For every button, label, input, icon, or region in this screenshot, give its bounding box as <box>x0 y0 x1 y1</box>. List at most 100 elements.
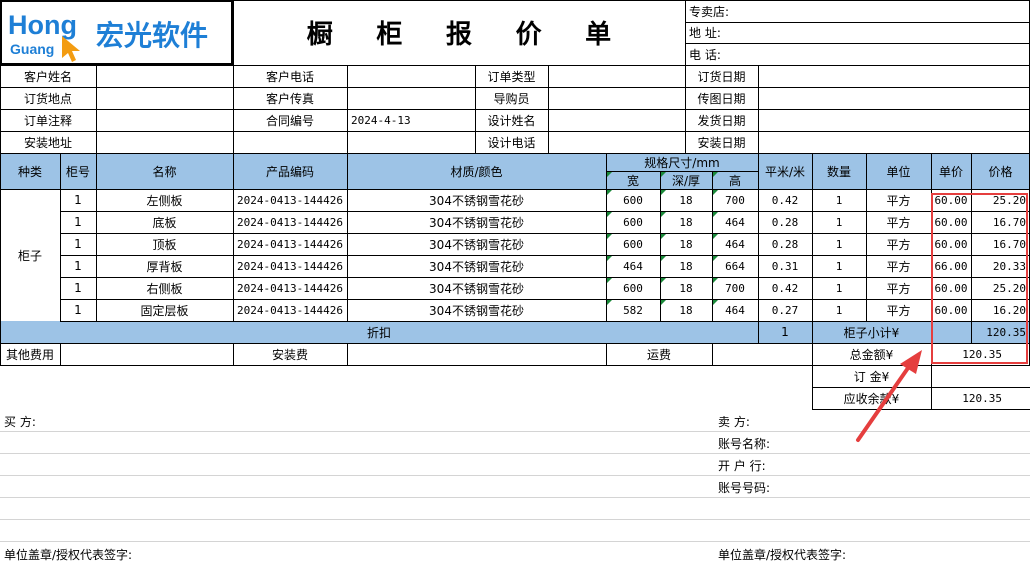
cell-qty[interactable]: 1 <box>812 233 866 255</box>
header-kind: 种类 <box>17 164 42 179</box>
buyer-label: 买 方: <box>4 414 36 429</box>
cell-qty[interactable]: 1 <box>812 189 866 211</box>
red-arrow-icon <box>856 350 922 442</box>
cell-no[interactable]: 1 <box>60 255 96 277</box>
cell-code[interactable]: 2024-0413-144426 <box>233 211 347 233</box>
cell-h[interactable]: 464 <box>712 233 758 255</box>
category-label: 柜子 <box>17 248 42 263</box>
cell-code[interactable]: 2024-0413-144426 <box>233 233 347 255</box>
title-char: 单 <box>585 20 612 50</box>
cell-d[interactable]: 18 <box>660 189 712 211</box>
cell-area[interactable]: 0.28 <box>758 211 812 233</box>
cell-area[interactable]: 0.42 <box>758 277 812 299</box>
cell-area[interactable]: 0.28 <box>758 233 812 255</box>
comment-marker <box>661 300 666 305</box>
cell-h[interactable]: 700 <box>712 189 758 211</box>
title-char: 橱 <box>306 20 333 50</box>
cell-code[interactable]: 2024-0413-144426 <box>233 299 347 321</box>
cell-qty[interactable]: 1 <box>812 255 866 277</box>
cell-unit[interactable]: 平方 <box>866 233 931 255</box>
header-price: 单价 <box>938 164 963 179</box>
cell-unit[interactable]: 平方 <box>866 277 931 299</box>
logo-icon: Hong Guang <box>8 10 80 62</box>
cell-name[interactable]: 右侧板 <box>96 277 233 299</box>
cell-h[interactable]: 464 <box>712 211 758 233</box>
cell-no[interactable]: 1 <box>60 189 96 211</box>
account-no-label: 账号号码: <box>718 480 771 495</box>
cell-w[interactable]: 600 <box>606 211 660 233</box>
header-height: 高 <box>728 173 741 188</box>
cell-w[interactable]: 582 <box>606 299 660 321</box>
receivable-value[interactable]: 120.35 <box>931 387 1030 409</box>
cell-w[interactable]: 600 <box>606 233 660 255</box>
cell-h[interactable]: 700 <box>712 277 758 299</box>
comment-marker <box>607 300 612 305</box>
comment-marker <box>661 212 666 217</box>
comment-marker <box>607 172 612 177</box>
guide-label: 导购员 <box>493 91 530 106</box>
cell-material[interactable]: 304不锈钢雪花砂 <box>347 233 606 255</box>
cell-no[interactable]: 1 <box>60 233 96 255</box>
contract-no-label: 合同编号 <box>265 113 314 128</box>
cell-material[interactable]: 304不锈钢雪花砂 <box>347 299 606 321</box>
comment-marker <box>713 190 718 195</box>
cell-qty[interactable]: 1 <box>812 299 866 321</box>
comment-marker <box>607 278 612 283</box>
cell-area[interactable]: 0.27 <box>758 299 812 321</box>
cell-unit[interactable]: 平方 <box>866 299 931 321</box>
cell-area[interactable]: 0.31 <box>758 255 812 277</box>
cell-d[interactable]: 18 <box>660 255 712 277</box>
install-date-label: 安装日期 <box>697 135 746 150</box>
comment-marker <box>661 234 666 239</box>
cell-qty[interactable]: 1 <box>812 211 866 233</box>
cell-d[interactable]: 18 <box>660 211 712 233</box>
ship-date-label: 发货日期 <box>697 113 746 128</box>
cell-material[interactable]: 304不锈钢雪花砂 <box>347 211 606 233</box>
cell-w[interactable]: 600 <box>606 277 660 299</box>
order-note-label: 订单注释 <box>23 113 72 128</box>
cell-d[interactable]: 18 <box>660 277 712 299</box>
cell-area[interactable]: 0.42 <box>758 189 812 211</box>
cell-h[interactable]: 664 <box>712 255 758 277</box>
comment-marker <box>713 172 718 177</box>
cell-unit[interactable]: 平方 <box>866 211 931 233</box>
cell-name[interactable]: 固定层板 <box>96 299 233 321</box>
cell-no[interactable]: 1 <box>60 277 96 299</box>
svg-text:Guang: Guang <box>10 41 54 57</box>
design-phone-label: 设计电话 <box>487 135 536 150</box>
cell-qty[interactable]: 1 <box>812 277 866 299</box>
install-address-label: 安装地址 <box>23 135 72 150</box>
cell-d[interactable]: 18 <box>660 233 712 255</box>
discount-qty[interactable]: 1 <box>758 321 812 343</box>
order-date-label: 订货日期 <box>697 69 746 84</box>
cell-code[interactable]: 2024-0413-144426 <box>233 277 347 299</box>
cell-w[interactable]: 600 <box>606 189 660 211</box>
cell-material[interactable]: 304不锈钢雪花砂 <box>347 189 606 211</box>
cell-no[interactable]: 1 <box>60 299 96 321</box>
cell-d[interactable]: 18 <box>660 299 712 321</box>
cell-name[interactable]: 厚背板 <box>96 255 233 277</box>
cell-name[interactable]: 底板 <box>96 211 233 233</box>
cell-no[interactable]: 1 <box>60 211 96 233</box>
customer-fax-label: 客户传真 <box>265 91 314 106</box>
cell-w[interactable]: 464 <box>606 255 660 277</box>
cell-code[interactable]: 2024-0413-144426 <box>233 189 347 211</box>
comment-marker <box>713 212 718 217</box>
cell-unit[interactable]: 平方 <box>866 255 931 277</box>
svg-text:Hong: Hong <box>8 10 77 40</box>
header-qty: 数量 <box>826 164 851 179</box>
cell-name[interactable]: 顶板 <box>96 233 233 255</box>
order-type-label: 订单类型 <box>487 69 536 84</box>
cell-name[interactable]: 左侧板 <box>96 189 233 211</box>
phone-label: 电 话: <box>689 47 721 62</box>
contract-no-value[interactable]: 2024-4-13 <box>347 109 475 131</box>
fax-date-label: 传图日期 <box>697 91 746 106</box>
cell-unit[interactable]: 平方 <box>866 189 931 211</box>
comment-marker <box>661 172 666 177</box>
cell-material[interactable]: 304不锈钢雪花砂 <box>347 277 606 299</box>
cell-code[interactable]: 2024-0413-144426 <box>233 255 347 277</box>
discount-label: 折扣 <box>366 325 391 340</box>
header-spec: 规格尺寸/mm <box>644 155 720 170</box>
cell-material[interactable]: 304不锈钢雪花砂 <box>347 255 606 277</box>
cell-h[interactable]: 464 <box>712 299 758 321</box>
